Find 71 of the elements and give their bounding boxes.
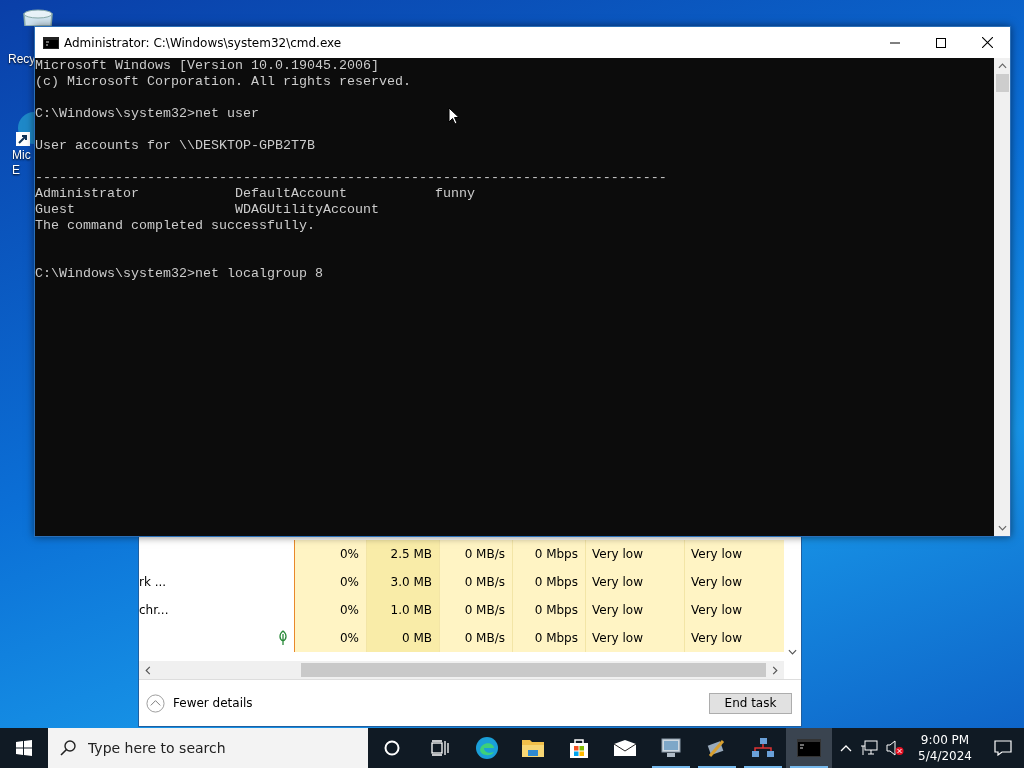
console-line: (c) Microsoft Corporation. All rights reserved. — [35, 74, 411, 90]
cpu-cell: 0% — [294, 540, 367, 568]
console-line: ------------------------------------------------------------------------------- — [35, 170, 667, 186]
maximize-icon — [936, 37, 946, 48]
chevron-right-icon[interactable] — [772, 665, 778, 675]
power-trend-cell: Very low — [685, 568, 785, 596]
power-usage-cell: Very low — [586, 568, 685, 596]
window-title: Administrator: C:\Windows\system32\cmd.exe — [64, 35, 342, 50]
memory-cell: 0 MB — [367, 624, 440, 652]
task-view-icon — [431, 740, 449, 756]
store-icon — [568, 737, 590, 759]
search-icon — [60, 740, 76, 756]
volume-muted-icon[interactable] — [886, 740, 905, 756]
console-line: Administrator DefaultAccount funny — [35, 186, 475, 202]
power-trend-cell: Very low — [685, 624, 785, 652]
clock-time[interactable]: 9:00 PM — [920, 732, 970, 748]
network-cell: 0 Mbps — [513, 540, 586, 568]
monitor-icon — [659, 737, 683, 759]
disk-cell: 0 MB/s — [440, 568, 513, 596]
memory-cell: 3.0 MB — [367, 568, 440, 596]
console-line: C:\Windows\system32>net localgroup 8 — [35, 266, 323, 282]
process-name[interactable]: rk ... — [139, 575, 167, 589]
console-icon — [43, 36, 59, 49]
console-line: Microsoft Windows [Version 10.0.19045.2006] — [35, 58, 379, 74]
power-trend-cell: Very low — [685, 596, 785, 624]
memory-cell: 1.0 MB — [367, 596, 440, 624]
end-task-button[interactable]: End task — [709, 692, 792, 714]
search-field[interactable]: Type here to search — [48, 728, 368, 768]
memory-cell: 2.5 MB — [367, 540, 440, 568]
console-line: User accounts for \\DESKTOP-GPB2T7B — [35, 138, 315, 154]
console-line: The command completed successfully. — [35, 218, 315, 234]
disk-cell: 0 MB/s — [440, 540, 513, 568]
envelope-icon — [613, 739, 637, 757]
fewer-details-button[interactable]: Fewer details — [146, 693, 253, 713]
clock-date[interactable]: 5/4/2024 — [918, 748, 972, 764]
network-icon[interactable] — [860, 740, 879, 756]
scrollbar-thumb[interactable] — [995, 74, 1009, 92]
chevron-down-icon[interactable] — [788, 649, 797, 655]
console-scrollbar[interactable] — [994, 58, 1010, 536]
scrollbar-thumb[interactable] — [301, 663, 766, 677]
power-usage-cell: Very low — [586, 540, 685, 568]
console-icon — [797, 739, 821, 757]
network-icon — [751, 737, 775, 759]
power-usage-cell: Very low — [586, 596, 685, 624]
process-name[interactable]: chr... — [139, 603, 169, 617]
chevron-down-icon[interactable] — [997, 525, 1007, 531]
notification-icon[interactable] — [994, 740, 1012, 756]
circle-icon — [384, 740, 400, 756]
edge-icon — [475, 736, 499, 760]
desktop-icon-label[interactable]: Mic — [0, 148, 31, 163]
disk-cell: 0 MB/s — [440, 596, 513, 624]
chevron-left-icon[interactable] — [145, 665, 151, 675]
taskbar-app-button[interactable] — [786, 728, 832, 768]
desktop-icon-label[interactable]: E — [0, 163, 20, 178]
windows-logo-icon — [16, 740, 32, 756]
cpu-cell: 0% — [294, 596, 367, 624]
disk-cell: 0 MB/s — [440, 624, 513, 652]
network-cell: 0 Mbps — [513, 596, 586, 624]
close-icon — [981, 37, 993, 48]
cpu-cell: 0% — [294, 568, 367, 596]
folder-icon — [521, 738, 545, 758]
horizontal-scrollbar[interactable] — [139, 661, 784, 679]
console-line: Guest WDAGUtilityAccount — [35, 202, 379, 218]
cpu-cell: 0% — [294, 624, 367, 652]
network-cell: 0 Mbps — [513, 568, 586, 596]
power-usage-cell: Very low — [586, 624, 685, 652]
network-cell: 0 Mbps — [513, 624, 586, 652]
console-line: C:\Windows\system32>net user — [35, 106, 259, 122]
chevron-up-circle-icon — [146, 693, 165, 713]
mouse-pointer-icon — [448, 107, 460, 125]
power-trend-cell: Very low — [685, 540, 785, 568]
